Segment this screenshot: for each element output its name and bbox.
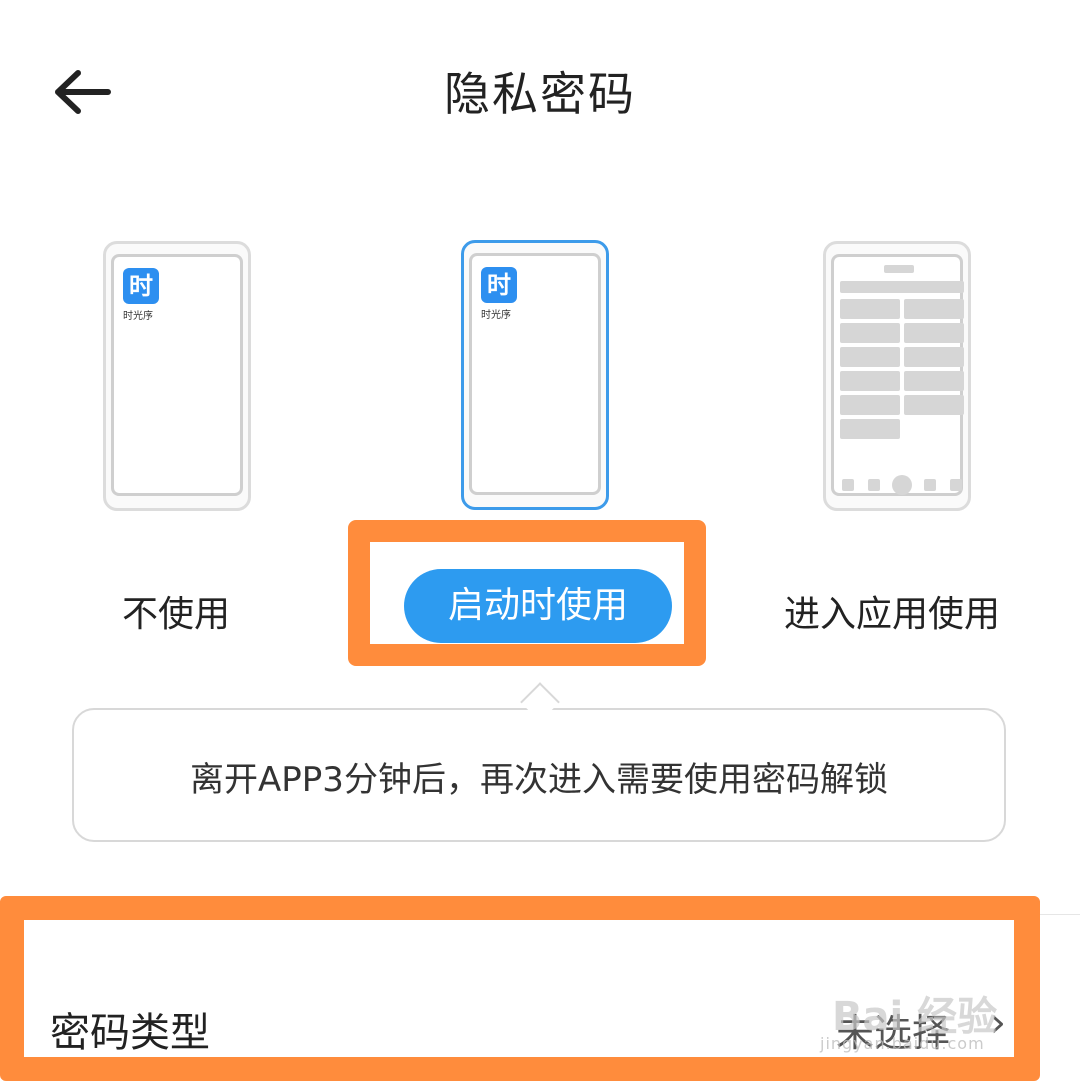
grid-cell: [904, 395, 964, 415]
tab-center-dot: [892, 475, 912, 495]
app-icon: 时: [123, 268, 159, 304]
tooltip-text: 离开APP3分钟后，再次进入需要使用密码解锁: [190, 760, 888, 800]
screen-header-bar: [884, 265, 914, 273]
grid-cell: [904, 323, 964, 343]
grid-cell: [840, 371, 900, 391]
page-title: 隐私密码: [444, 67, 636, 121]
grid-cell: [904, 347, 964, 367]
grid-cell: [840, 323, 900, 343]
phone-screen-grid: [831, 254, 964, 496]
grid-cell: [840, 299, 900, 319]
grid-cell: [840, 419, 900, 439]
phone-preview-on-startup[interactable]: 时 时光序: [461, 240, 609, 510]
highlight-box-option: [348, 520, 706, 666]
phone-preview-not-used[interactable]: 时 时光序: [103, 241, 251, 511]
option-not-used[interactable]: 不使用: [122, 585, 230, 637]
grid-cell: [904, 299, 964, 319]
tab-dot: [924, 479, 936, 491]
tab-dot: [842, 479, 854, 491]
tab-dot: [868, 479, 880, 491]
phone-preview-on-enter-app[interactable]: [823, 241, 971, 511]
grid-cell: [840, 395, 900, 415]
grid-cell: [840, 347, 900, 367]
phone-screen: 时 时光序: [469, 253, 601, 495]
app-icon: 时: [481, 267, 517, 303]
app-name: 时光序: [481, 310, 511, 321]
phone-screen: 时 时光序: [111, 254, 243, 496]
watermark-url: jingyan.baidu.com: [820, 1034, 985, 1053]
app-name: 时光序: [123, 311, 153, 322]
option-on-enter-app[interactable]: 进入应用使用: [784, 585, 1000, 637]
grid-cell: [904, 371, 964, 391]
divider: [1040, 914, 1080, 915]
screen-search-bar: [840, 281, 964, 293]
tab-dot: [950, 479, 962, 491]
